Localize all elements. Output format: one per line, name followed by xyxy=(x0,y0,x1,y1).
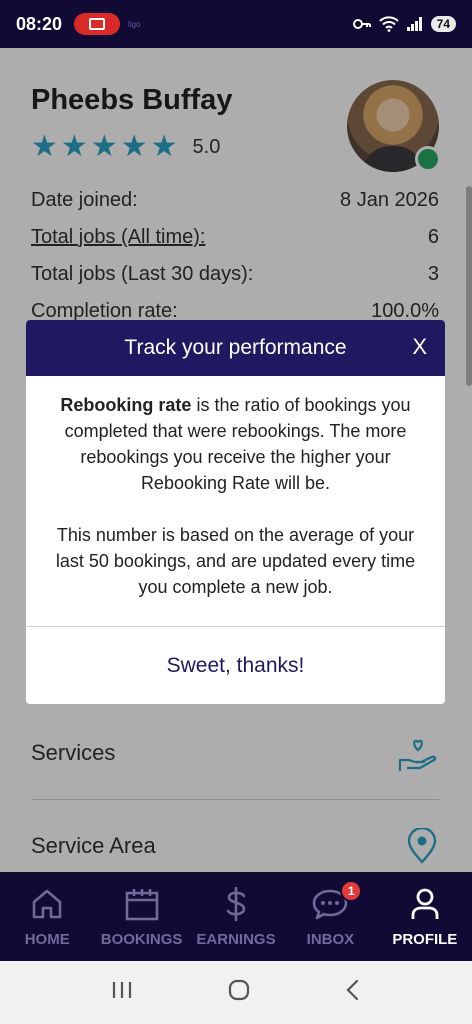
inbox-badge: 1 xyxy=(340,880,363,902)
tab-label: INBOX xyxy=(306,931,355,948)
modal-header: Track your performance X xyxy=(26,320,445,376)
dollar-icon xyxy=(224,885,248,923)
home-button[interactable] xyxy=(227,978,251,1007)
recent-apps-button[interactable] xyxy=(110,980,134,1005)
home-icon xyxy=(30,885,64,923)
confirm-button[interactable]: Sweet, thanks! xyxy=(26,627,445,704)
status-bar: 08:20 ligo 74 xyxy=(0,0,472,48)
tab-earnings[interactable]: EARNINGS xyxy=(189,872,283,961)
modal-paragraph: This number is based on the average of y… xyxy=(55,525,416,597)
tab-label: EARNINGS xyxy=(196,931,276,948)
status-icons: 74 xyxy=(352,16,456,32)
user-icon xyxy=(410,885,440,923)
key-icon xyxy=(352,19,371,29)
system-nav-bar xyxy=(0,961,472,1024)
close-button[interactable]: X xyxy=(412,334,427,360)
tab-label: PROFILE xyxy=(392,931,458,948)
calendar-icon xyxy=(124,885,160,923)
performance-modal: Track your performance X Rebooking rate … xyxy=(26,320,445,704)
bottom-tab-bar: HOME BOOKINGS EARNINGS 1 INBOX PROFILE xyxy=(0,872,472,961)
modal-bold-term: Rebooking rate xyxy=(60,395,192,415)
tab-home[interactable]: HOME xyxy=(0,872,94,961)
tab-label: BOOKINGS xyxy=(100,931,183,948)
tab-profile[interactable]: PROFILE xyxy=(378,872,472,961)
modal-title: Track your performance xyxy=(124,336,347,359)
tab-bookings[interactable]: BOOKINGS xyxy=(94,872,188,961)
tab-label: HOME xyxy=(24,931,70,948)
wifi-icon xyxy=(378,16,399,32)
modal-paragraph: Rebooking rate is the ratio of bookings … xyxy=(42,392,429,496)
status-time: 08:20 xyxy=(16,13,63,34)
tab-inbox[interactable]: 1 INBOX xyxy=(283,872,377,961)
status-tag: ligo xyxy=(128,19,141,29)
signal-icon xyxy=(406,17,422,31)
modal-body: Rebooking rate is the ratio of bookings … xyxy=(26,376,445,626)
screen-record-icon xyxy=(74,13,121,35)
back-button[interactable] xyxy=(344,978,362,1007)
battery-icon: 74 xyxy=(430,16,456,32)
